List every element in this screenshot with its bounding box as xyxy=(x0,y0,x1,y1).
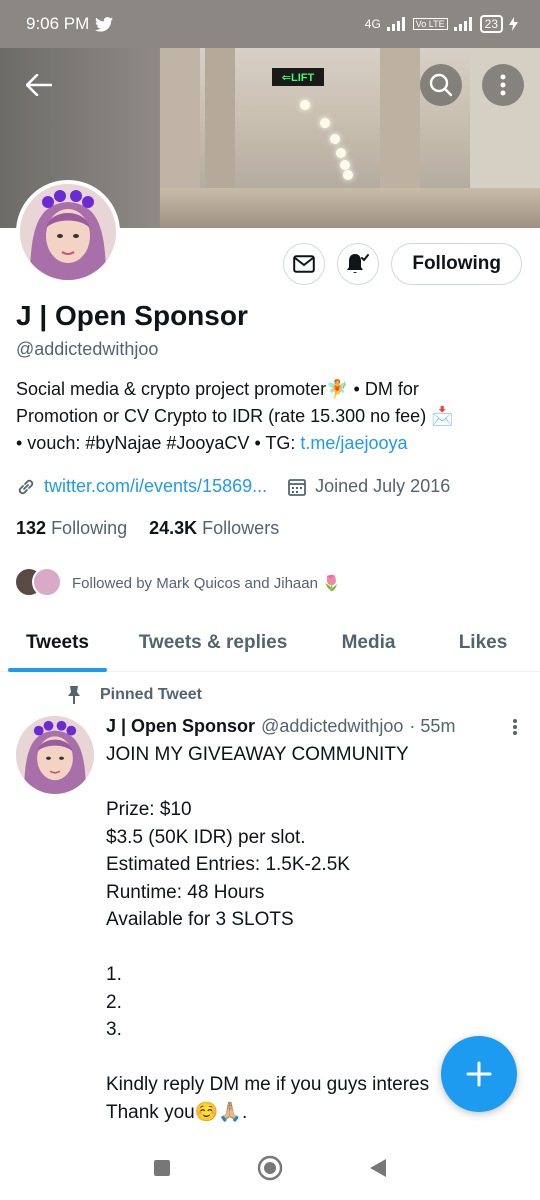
profile-website-link[interactable]: twitter.com/i/events/15869... xyxy=(44,476,267,497)
link-icon xyxy=(18,479,34,494)
circle-home-icon xyxy=(257,1155,283,1180)
tweet-time: · 55m xyxy=(409,716,456,736)
home-button[interactable] xyxy=(257,1155,283,1186)
back-button[interactable] xyxy=(18,64,60,106)
tweet-author-avatar[interactable] xyxy=(16,716,94,794)
back-arrow-icon xyxy=(26,74,52,96)
tweet-line: $3.5 (50K IDR) per slot. xyxy=(106,826,306,848)
tweet-line xyxy=(106,934,526,962)
tweet-author-handle: @addictedwithjoo xyxy=(261,716,404,736)
followers-count: 24.3K xyxy=(149,518,198,538)
notifications-button[interactable] xyxy=(337,243,380,285)
signal-icon-2 xyxy=(453,17,472,31)
bio-line-3-prefix: • vouch: #byNajae #JooyaCV • TG: xyxy=(16,433,301,453)
tweet-more-button[interactable] xyxy=(512,718,518,741)
calendar-icon xyxy=(288,478,307,496)
bio-line-1: Social media & crypto project promoter🧚 … xyxy=(16,379,419,399)
network-label: 4G xyxy=(364,17,381,31)
lift-sign: ⇐LIFT xyxy=(272,68,324,86)
profile-tabs: Tweets Tweets & replies Media Likes xyxy=(0,614,540,672)
tweet-line: 2. xyxy=(106,991,122,1013)
tab-tweets-replies[interactable]: Tweets & replies xyxy=(115,614,311,672)
tweet-line: Prize: $10 xyxy=(106,799,192,820)
envelope-icon xyxy=(293,255,316,273)
tab-media[interactable]: Media xyxy=(311,614,426,672)
following-stat[interactable]: 132 Following xyxy=(16,518,127,539)
followers-stat[interactable]: 24.3K Followers xyxy=(149,518,279,539)
plus-icon xyxy=(466,1061,492,1087)
profile-handle: @addictedwithjoo xyxy=(16,339,159,359)
following-count: 132 xyxy=(16,518,47,538)
following-button[interactable]: Following xyxy=(391,243,522,285)
more-vertical-icon xyxy=(500,74,506,96)
profile-display-name: J | Open Sponsor xyxy=(16,300,248,331)
tweet-line: Runtime: 48 Hours xyxy=(106,881,265,903)
back-nav-button[interactable] xyxy=(369,1158,387,1183)
tab-likes[interactable]: Likes xyxy=(426,614,540,672)
profile-actions: Following xyxy=(283,243,522,285)
following-label: Following xyxy=(51,518,128,538)
status-time: 9:06 PM xyxy=(26,14,90,33)
tweet-author-photo xyxy=(16,716,94,794)
mutual-avatar-2 xyxy=(32,567,62,597)
profile-meta: twitter.com/i/events/15869... Joined Jul… xyxy=(16,476,450,497)
bio-line-3: • vouch: #byNajae #JooyaCV • TG: t.me/ja… xyxy=(16,430,526,457)
recents-button[interactable] xyxy=(153,1159,171,1182)
more-vertical-icon xyxy=(513,719,517,735)
followers-label: Followers xyxy=(202,518,280,538)
pin-icon xyxy=(68,686,80,704)
volte-label: Vo LTE xyxy=(412,18,448,30)
tab-tweets[interactable]: Tweets xyxy=(0,614,115,672)
compose-tweet-button[interactable] xyxy=(441,1036,517,1112)
pinned-label: Pinned Tweet xyxy=(100,686,202,703)
more-options-button[interactable] xyxy=(482,64,524,106)
pinned-indicator: Pinned Tweet xyxy=(66,685,202,705)
profile-joined-date: Joined July 2016 xyxy=(315,476,451,496)
system-nav-bar xyxy=(0,1140,540,1200)
bio-line-2: Promotion or CV Crypto to IDR (rate 15.3… xyxy=(16,406,454,426)
twitter-bird-icon xyxy=(95,16,114,32)
tweet-line: Estimated Entries: 1.5K-2.5K xyxy=(106,854,350,875)
followed-by-text: Followed by Mark Quicos and Jihaan 🌷 xyxy=(72,575,341,592)
tweet-line: JOIN MY GIVEAWAY COMMUNITY xyxy=(106,744,409,765)
search-icon xyxy=(429,73,453,97)
profile-bio: Social media & crypto project promoter🧚 … xyxy=(16,376,526,457)
followed-by-row[interactable]: Followed by Mark Quicos and Jihaan 🌷 xyxy=(14,567,341,599)
status-bar: 9:06 PM 4G Vo LTE 23 xyxy=(0,0,540,48)
tweet-header: J | Open Sponsor @addictedwithjoo · 55m xyxy=(106,716,526,737)
triangle-back-icon xyxy=(370,1158,386,1177)
profile-avatar[interactable] xyxy=(16,180,120,284)
tweet-line: Available for 3 SLOTS xyxy=(106,909,294,930)
battery-level: 23 xyxy=(479,15,503,33)
bell-check-icon xyxy=(347,254,370,273)
signal-icon xyxy=(386,17,405,31)
mutual-avatars xyxy=(14,567,64,599)
message-button[interactable] xyxy=(283,243,326,285)
follow-counts: 132 Following 24.3K Followers xyxy=(16,518,279,539)
tweet-line: 1. xyxy=(106,964,122,985)
tweet-line xyxy=(106,769,526,797)
profile-photo xyxy=(20,184,116,280)
charging-icon xyxy=(509,17,518,31)
tweet-author-name[interactable]: J | Open Sponsor xyxy=(106,716,255,737)
search-button[interactable] xyxy=(420,64,462,106)
bio-telegram-link[interactable]: t.me/jaejooya xyxy=(300,433,407,453)
square-icon xyxy=(154,1159,170,1176)
